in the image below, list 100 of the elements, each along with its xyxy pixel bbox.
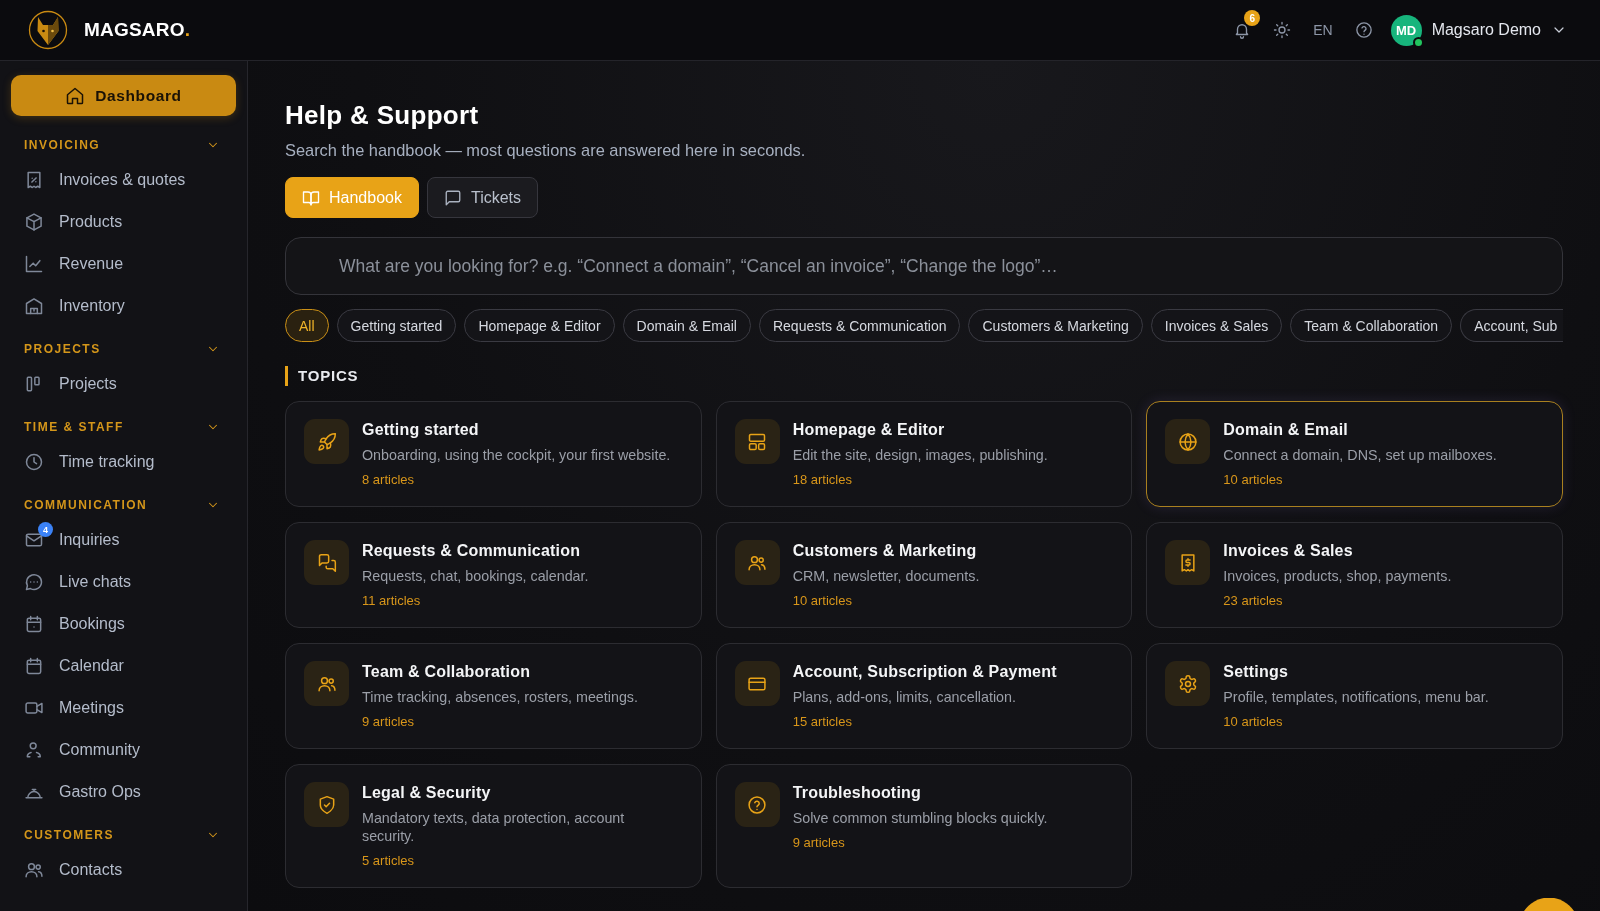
filter-chip[interactable]: Getting started bbox=[336, 309, 457, 342]
card-description: Onboarding, using the cockpit, your first website. bbox=[362, 446, 671, 464]
topic-card[interactable]: Team & Collaboration Time tracking, absences, rosters, meetings. 9 articles bbox=[285, 643, 702, 749]
topic-card[interactable]: Getting started Onboarding, using the cockpit, your first website. 8 articles bbox=[285, 401, 702, 507]
filter-chip[interactable]: Homepage & Editor bbox=[464, 309, 615, 342]
home-icon bbox=[65, 85, 86, 106]
nav-item[interactable]: Community bbox=[11, 729, 236, 771]
chat-bubbles-icon bbox=[304, 540, 349, 585]
card-title: Domain & Email bbox=[1223, 420, 1349, 440]
topic-card[interactable]: Requests & Communication Requests, chat, bookings, calendar. 11 articles bbox=[285, 522, 702, 628]
chat-bubble-icon bbox=[443, 188, 462, 207]
card-description: Profile, templates, notifications, menu bar. bbox=[1223, 688, 1489, 706]
floating-action-button[interactable] bbox=[1524, 898, 1574, 911]
layout-icon bbox=[734, 419, 780, 464]
article-count: 11 articles bbox=[362, 592, 422, 610]
section-header[interactable]: TIME & STAFF bbox=[11, 413, 236, 441]
topic-card[interactable]: Account, Subscription & Payment Plans, add-ons, limits, cancellation. 15 articles bbox=[715, 643, 1133, 749]
tab[interactable]: Tickets bbox=[426, 177, 539, 218]
nav-item[interactable]: Inventory bbox=[11, 285, 236, 327]
card-title: Troubleshooting bbox=[792, 783, 922, 803]
section-header[interactable]: PROJECTS bbox=[11, 335, 236, 363]
page-title: Help & Support bbox=[285, 99, 480, 131]
chat-bubble-icon bbox=[24, 572, 44, 592]
mail-icon bbox=[24, 530, 44, 550]
nav-item[interactable]: Revenue bbox=[11, 243, 236, 285]
section-header[interactable]: COMMUNICATION bbox=[11, 491, 236, 519]
filter-chip[interactable]: Account, Sub bbox=[1460, 309, 1563, 342]
topic-card[interactable]: Invoices & Sales Invoices, products, shop, payments. 23 articles bbox=[1146, 522, 1563, 628]
card-title: Legal & Security bbox=[362, 783, 492, 803]
settings-icon bbox=[1165, 661, 1211, 706]
cube-icon bbox=[24, 212, 44, 232]
topic-card[interactable]: Settings Profile, templates, notifications, menu bar. 10 articles bbox=[1146, 643, 1563, 749]
topic-card[interactable]: Legal & Security Mandatory texts, data protection, account security. 5 articles bbox=[285, 764, 702, 888]
card-title: Team & Collaboration bbox=[362, 662, 532, 682]
rocket-icon bbox=[304, 419, 349, 464]
article-count: 5 articles bbox=[362, 852, 416, 870]
brand-name: MAGSARO. bbox=[84, 19, 191, 41]
card-title: Invoices & Sales bbox=[1223, 541, 1354, 561]
card-title: Settings bbox=[1223, 662, 1290, 682]
filter-chip[interactable]: Customers & Marketing bbox=[968, 309, 1143, 342]
card-title: Homepage & Editor bbox=[792, 420, 946, 440]
nav-item[interactable]: Gastro Ops bbox=[11, 771, 236, 813]
user-name[interactable]: Magsaro Demo bbox=[1431, 21, 1541, 39]
article-count: 8 articles bbox=[362, 471, 416, 489]
article-count: 15 articles bbox=[792, 713, 853, 731]
receipt-icon bbox=[24, 170, 44, 190]
nav-item[interactable]: Meetings bbox=[11, 687, 236, 729]
article-count: 23 articles bbox=[1223, 592, 1284, 610]
card-description: Plans, add-ons, limits, cancellation. bbox=[792, 688, 1017, 706]
users-icon bbox=[734, 540, 780, 585]
article-count: 9 articles bbox=[362, 713, 416, 731]
topic-card[interactable]: Homepage & Editor Edit the site, design, images, publishing. 18 articles bbox=[715, 401, 1133, 507]
section-header[interactable]: INVOICING bbox=[11, 131, 236, 159]
receipt-icon bbox=[1165, 540, 1211, 585]
filter-chip[interactable]: Domain & Email bbox=[622, 309, 751, 342]
sun-icon[interactable] bbox=[1273, 21, 1292, 39]
globe-icon bbox=[1165, 419, 1211, 464]
filter-chip[interactable]: Invoices & Sales bbox=[1150, 309, 1283, 342]
filter-chip[interactable]: Requests & Communication bbox=[758, 309, 961, 342]
calendar-icon bbox=[24, 614, 44, 634]
filter-chip[interactable]: All bbox=[285, 309, 329, 342]
nav-item[interactable]: Projects bbox=[11, 363, 236, 405]
article-count: 10 articles bbox=[1223, 713, 1284, 731]
card-description: Edit the site, design, images, publishing. bbox=[792, 446, 1048, 464]
help-icon[interactable] bbox=[1354, 21, 1373, 39]
card-description: Solve common stumbling blocks quickly. bbox=[792, 809, 1048, 827]
filter-chip[interactable]: Team & Collaboration bbox=[1290, 309, 1453, 342]
nav-item[interactable]: Live chats bbox=[11, 561, 236, 603]
article-count: 18 articles bbox=[792, 471, 853, 489]
article-count: 10 articles bbox=[792, 592, 853, 610]
card-title: Account, Subscription & Payment bbox=[792, 662, 1057, 682]
calendar-icon bbox=[24, 656, 44, 676]
topic-card[interactable]: Customers & Marketing CRM, newsletter, documents. 10 articles bbox=[715, 522, 1133, 628]
section-heading: TOPICS bbox=[285, 366, 1563, 386]
nav-item[interactable]: Calendar bbox=[11, 645, 236, 687]
article-count: 9 articles bbox=[792, 834, 846, 852]
dashboard-button[interactable]: Dashboard bbox=[11, 75, 236, 116]
clock-icon bbox=[24, 452, 44, 472]
card-description: Time tracking, absences, rosters, meetings. bbox=[362, 688, 638, 706]
article-count: 10 articles bbox=[1223, 471, 1284, 489]
card-description: Invoices, products, shop, payments. bbox=[1223, 567, 1452, 585]
language-button[interactable]: EN bbox=[1313, 22, 1333, 38]
card-description: Requests, chat, bookings, calendar. bbox=[362, 567, 589, 585]
card-title: Getting started bbox=[362, 420, 480, 440]
warehouse-icon bbox=[24, 296, 44, 316]
nav-item[interactable]: Invoices & quotes bbox=[11, 159, 236, 201]
nav-item[interactable]: 4 Inquiries bbox=[11, 519, 236, 561]
nav-item[interactable]: Contacts bbox=[11, 849, 236, 891]
section-header[interactable]: CUSTOMERS bbox=[11, 821, 236, 849]
notification-badge: 6 bbox=[1244, 10, 1261, 26]
nav-item[interactable]: Time tracking bbox=[11, 441, 236, 483]
nav-item[interactable]: Products bbox=[11, 201, 236, 243]
nav-item[interactable]: Bookings bbox=[11, 603, 236, 645]
users-icon bbox=[304, 661, 349, 706]
topic-card[interactable]: Domain & Email Connect a domain, DNS, set up mailboxes. 10 articles bbox=[1146, 401, 1563, 507]
search-field[interactable]: What are you looking for? e.g. “Connect a domain”, “Cancel an invoice”, “Change the logo”… bbox=[285, 237, 1563, 295]
shield-check-icon bbox=[304, 782, 349, 827]
topic-card[interactable]: Troubleshooting Solve common stumbling blocks quickly. 9 articles bbox=[715, 764, 1133, 888]
line-chart-icon bbox=[24, 254, 44, 274]
page-subtitle: Search the handbook — most questions are answered here in seconds. bbox=[285, 140, 807, 160]
